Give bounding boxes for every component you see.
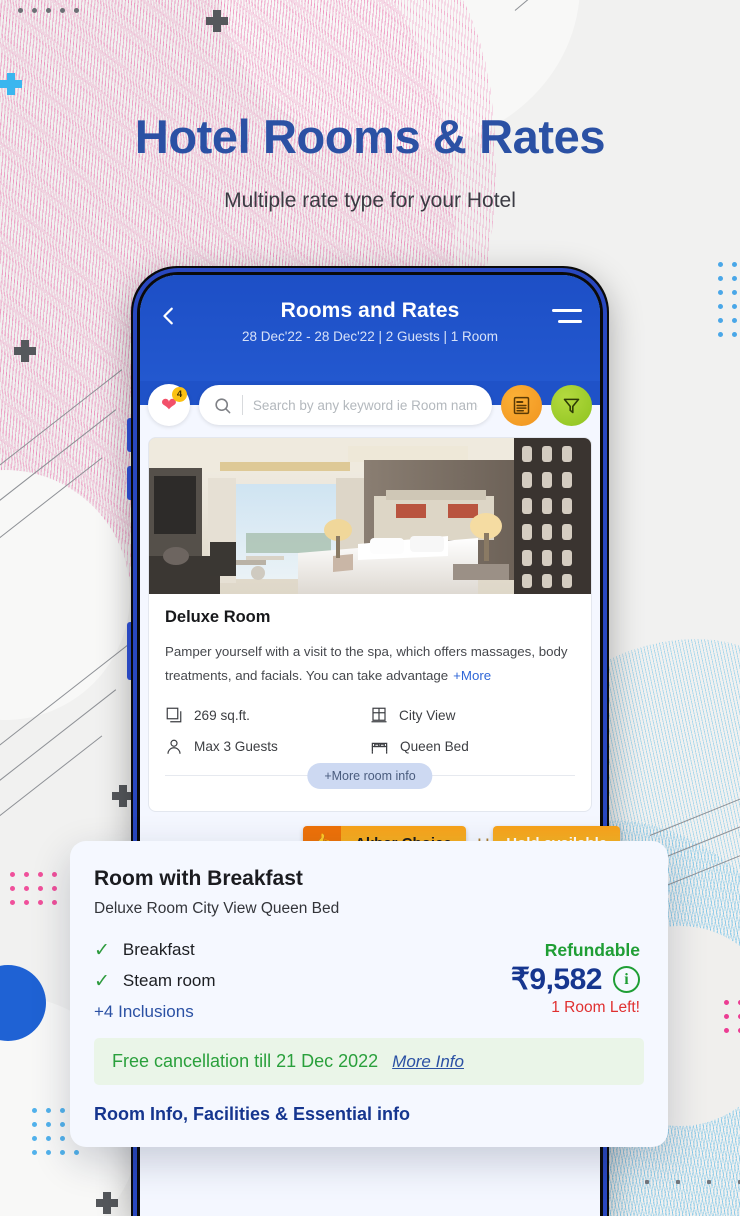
hamburger-icon[interactable] xyxy=(552,309,582,331)
app-header: Rooms and Rates 28 Dec'22 - 28 Dec'22 | … xyxy=(140,275,600,381)
cancellation-banner: Free cancellation till 21 Dec 2022 More … xyxy=(94,1038,644,1085)
window-icon xyxy=(371,708,387,723)
filter-funnel-icon xyxy=(563,398,580,413)
search-input[interactable] xyxy=(252,397,478,413)
room-card-body: Deluxe Room Pamper yourself with a visit… xyxy=(149,594,591,811)
page-title: Hotel Rooms & Rates xyxy=(134,110,606,163)
list-view-icon xyxy=(513,396,530,414)
spec-guests: Max 3 Guests xyxy=(165,737,370,756)
more-room-info-button[interactable]: +More room info xyxy=(307,763,433,790)
more-link[interactable]: +More xyxy=(453,668,491,683)
plus-icon xyxy=(96,1192,118,1214)
filter-button[interactable] xyxy=(551,384,592,426)
room-name: Deluxe Room xyxy=(165,608,271,626)
bed-icon xyxy=(371,743,388,754)
search-icon xyxy=(213,396,232,415)
overlay-inclusions: ✓ Breakfast ✓ Steam room +4 Inclusions xyxy=(94,940,216,1022)
app-subtitle: 28 Dec'22 - 28 Dec'22 | 2 Guests | 1 Roo… xyxy=(241,329,499,344)
inclusion-label: Breakfast xyxy=(122,940,195,959)
area-icon xyxy=(166,708,182,723)
search-toolbar: ❤ 4 xyxy=(140,381,600,429)
hotel-room-photo xyxy=(149,438,591,594)
spec-area: 269 sq.ft. xyxy=(165,706,370,724)
plus-icon xyxy=(14,340,36,362)
more-room-info-area: +More room info xyxy=(165,763,575,811)
room-specs: 269 sq.ft. City View Max 3 Guests Queen … xyxy=(165,706,575,756)
back-icon[interactable] xyxy=(158,305,180,327)
check-icon: ✓ xyxy=(94,970,110,992)
person-icon xyxy=(167,739,181,754)
app-title: Rooms and Rates xyxy=(280,299,460,322)
spec-view: City View xyxy=(370,706,575,724)
inclusion-item: ✓ Breakfast xyxy=(94,940,216,960)
dot-grid-pink-left xyxy=(10,872,57,905)
favorites-button[interactable]: ❤ 4 xyxy=(148,384,190,426)
cancellation-more-info-link[interactable]: More Info xyxy=(392,1052,464,1072)
page-subtitle: Multiple rate type for your Hotel xyxy=(224,188,516,212)
phone-power-button[interactable] xyxy=(127,622,131,680)
overlay-title: Room with Breakfast xyxy=(94,867,303,890)
room-card[interactable]: Deluxe Room Pamper yourself with a visit… xyxy=(148,437,592,813)
list-view-button[interactable] xyxy=(501,384,542,426)
cancellation-text: Free cancellation till 21 Dec 2022 xyxy=(112,1051,379,1071)
plus-icon xyxy=(206,10,228,32)
favorites-count-badge: 4 xyxy=(172,387,187,402)
dot-grid-top-left xyxy=(18,8,79,13)
phone-volume-down-button[interactable] xyxy=(127,466,131,500)
room-description: Pamper yourself with a visit to the spa,… xyxy=(165,644,568,684)
search-input-wrapper[interactable] xyxy=(199,385,492,425)
inclusion-label: Steam room xyxy=(122,971,216,990)
rooms-left-label: 1 Room Left! xyxy=(551,999,640,1016)
plus-icon xyxy=(0,73,22,95)
inclusion-item: ✓ Steam room xyxy=(94,971,216,991)
overlay-price: ₹9,582 xyxy=(510,963,603,996)
decorative-line xyxy=(0,735,103,841)
room-info-facilities-link[interactable]: Room Info, Facilities & Essential info xyxy=(94,1104,644,1125)
search-divider xyxy=(242,395,243,415)
hero-section: Hotel Rooms & Rates Multiple rate type f… xyxy=(0,110,740,213)
rate-detail-overlay-card[interactable]: Room with Breakfast Deluxe Room City Vie… xyxy=(70,841,668,1147)
overlay-middle: ✓ Breakfast ✓ Steam room +4 Inclusions R… xyxy=(94,940,644,1022)
check-icon: ✓ xyxy=(94,939,110,961)
dot-row-bottom xyxy=(645,1180,740,1184)
price-line: ₹9,582 i xyxy=(511,962,640,997)
spec-view-label: City View xyxy=(399,707,456,723)
dot-grid-pink-right xyxy=(724,1000,740,1033)
dot-grid-right xyxy=(718,262,740,337)
spec-bed-label: Queen Bed xyxy=(400,739,469,755)
phone-volume-up-button[interactable] xyxy=(127,418,131,452)
spec-guests-label: Max 3 Guests xyxy=(194,739,278,755)
more-inclusions-link[interactable]: +4 Inclusions xyxy=(94,1002,216,1022)
info-icon[interactable]: i xyxy=(613,966,640,993)
overlay-price-column: Refundable ₹9,582 i 1 Room Left! xyxy=(511,940,644,1017)
room-description-wrapper: Pamper yourself with a visit to the spa,… xyxy=(165,640,575,688)
overlay-subtitle: Deluxe Room City View Queen Bed xyxy=(94,900,340,917)
refund-status-badge: Refundable xyxy=(544,940,640,960)
spec-area-label: 269 sq.ft. xyxy=(194,707,250,723)
spec-bed: Queen Bed xyxy=(370,737,575,756)
